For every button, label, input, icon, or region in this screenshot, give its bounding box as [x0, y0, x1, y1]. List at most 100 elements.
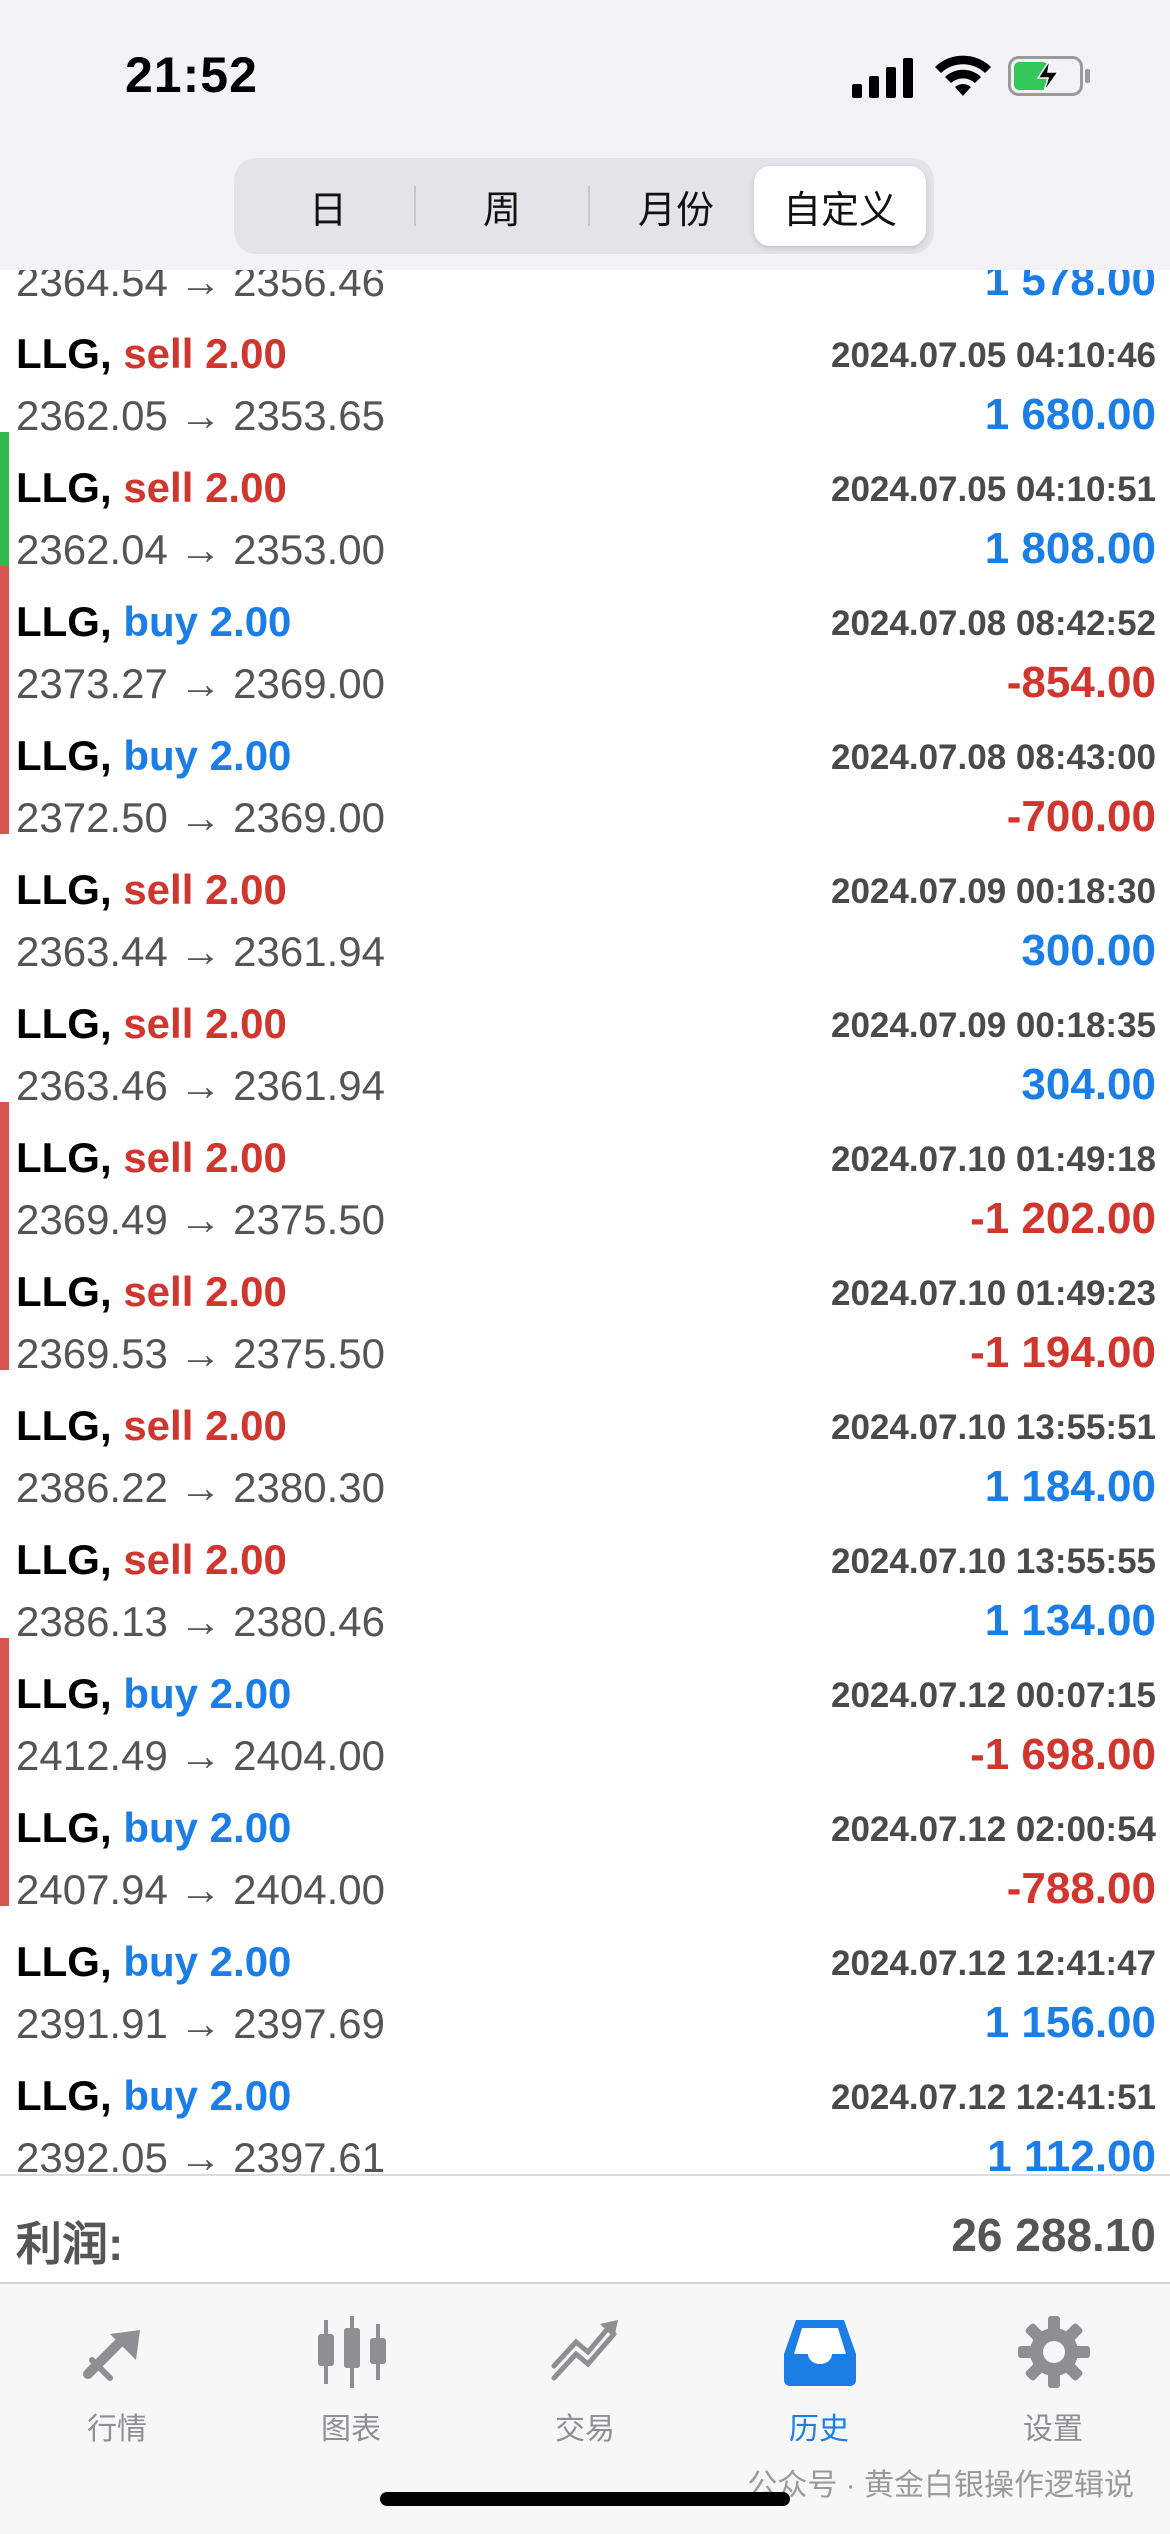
trade-side: buy	[123, 732, 198, 779]
period-selector-bar: 日 周 月份 自定义	[0, 150, 1170, 270]
trade-side: sell	[123, 1268, 194, 1315]
trade-title: LLG, buy 2.00	[16, 732, 291, 780]
tab-label: 设置	[1023, 2413, 1083, 2446]
trade-side: sell	[123, 866, 194, 913]
tab-label: 交易	[555, 2413, 615, 2446]
trade-row-partial[interactable]: 2364.54 → 2356.46 1 578.00	[0, 270, 1170, 305]
trade-title: LLG, sell 2.00	[16, 1268, 287, 1316]
trade-symbol: LLG,	[16, 1268, 112, 1315]
trade-title: LLG, sell 2.00	[16, 1536, 287, 1584]
trade-lots: 2.00	[209, 598, 292, 645]
trade-time: 2024.07.12 12:41:47	[831, 1944, 1156, 1983]
trade-side: sell	[123, 1000, 194, 1047]
segment-custom[interactable]: 自定义	[754, 166, 926, 246]
trade-row[interactable]: LLG, sell 2.00 2024.07.10 13:55:51 2386.22…	[0, 1370, 1170, 1511]
tab-history[interactable]: 历史	[702, 2304, 936, 2446]
trade-title: LLG, sell 2.00	[16, 1134, 287, 1182]
trade-symbol: LLG,	[16, 1000, 112, 1047]
trade-row[interactable]: LLG, sell 2.00 2024.07.05 04:10:46 2362.05…	[0, 298, 1170, 439]
watermark: 公众号 · 黄金白银操作逻辑说	[747, 2469, 1134, 2502]
trade-side: buy	[123, 1938, 198, 1985]
trade-side: buy	[123, 1804, 198, 1851]
trade-lots: 2.00	[205, 1134, 287, 1181]
trade-symbol: LLG,	[16, 1134, 112, 1181]
tab-chart[interactable]: 图表	[234, 2304, 468, 2446]
trade-row[interactable]: LLG, buy 2.00 2024.07.08 08:43:00 2372.50 …	[0, 700, 1170, 841]
trade-row[interactable]: LLG, sell 2.00 2024.07.10 13:55:55 2386.13…	[0, 1504, 1170, 1645]
trade-lots: 2.00	[205, 1536, 287, 1583]
trade-title: LLG, sell 2.00	[16, 1402, 287, 1450]
trade-time: 2024.07.09 00:18:30	[831, 872, 1156, 911]
trade-side: sell	[123, 1134, 194, 1181]
trade-row[interactable]: LLG, buy 2.00 2024.07.12 00:07:15 2412.49 …	[0, 1638, 1170, 1779]
tab-label: 历史	[789, 2413, 849, 2446]
trade-lots: 2.00	[209, 1804, 292, 1851]
trade-time: 2024.07.12 12:41:51	[831, 2078, 1156, 2117]
history-icon	[784, 2320, 856, 2386]
segment-day[interactable]: 日	[242, 166, 414, 246]
trade-title: LLG, buy 2.00	[16, 1804, 291, 1852]
trade-time: 2024.07.10 01:49:23	[831, 1274, 1156, 1313]
segment-week[interactable]: 周	[416, 166, 588, 246]
trade-profit: 1 112.00	[987, 2132, 1156, 2181]
gear-icon	[1018, 2316, 1090, 2388]
trade-lots: 2.00	[205, 866, 287, 913]
trade-symbol: LLG,	[16, 1804, 112, 1851]
trade-side: sell	[123, 330, 194, 377]
trade-lots: 2.00	[205, 1402, 287, 1449]
home-indicator[interactable]	[380, 2492, 790, 2506]
trade-row[interactable]: LLG, sell 2.00 2024.07.09 00:18:30 2363.44…	[0, 834, 1170, 975]
trade-side: buy	[123, 598, 198, 645]
tab-settings[interactable]: 设置	[936, 2304, 1170, 2446]
quotes-icon	[83, 2330, 140, 2381]
trade-symbol: LLG,	[16, 1938, 112, 1985]
trade-row[interactable]: LLG, sell 2.00 2024.07.09 00:18:35 2363.46…	[0, 968, 1170, 1109]
trade-row[interactable]: LLG, buy 2.00 2024.07.12 12:41:51 2392.05 …	[0, 2040, 1170, 2181]
trade-title: LLG, sell 2.00	[16, 330, 287, 378]
trade-status-marker	[0, 1772, 9, 1906]
trade-time: 2024.07.08 08:42:52	[831, 604, 1156, 643]
trade-lots: 2.00	[209, 1938, 292, 1985]
trade-time: 2024.07.08 08:43:00	[831, 738, 1156, 777]
trade-symbol: LLG,	[16, 1670, 112, 1717]
tab-label: 图表	[321, 2413, 381, 2446]
trade-symbol: LLG,	[16, 1536, 112, 1583]
trade-status-marker	[0, 1638, 9, 1772]
trade-title: LLG, sell 2.00	[16, 464, 287, 512]
tab-trade[interactable]: 交易	[468, 2304, 702, 2446]
trade-side: buy	[123, 2072, 198, 2119]
status-time: 21:52	[125, 47, 258, 103]
profit-label: 利润:	[16, 2218, 124, 2270]
trade-lots: 2.00	[209, 1670, 292, 1717]
trade-row[interactable]: LLG, sell 2.00 2024.07.05 04:10:51 2362.04…	[0, 432, 1170, 573]
trade-time: 2024.07.09 00:18:35	[831, 1006, 1156, 1045]
trade-row[interactable]: LLG, buy 2.00 2024.07.12 12:41:47 2391.91 …	[0, 1906, 1170, 2047]
trade-time: 2024.07.10 13:55:51	[831, 1408, 1156, 1447]
profit-summary: 利润: 26 288.10	[0, 2186, 1170, 2286]
trade-row[interactable]: LLG, sell 2.00 2024.07.10 01:49:23 2369.53…	[0, 1236, 1170, 1377]
trade-title: LLG, buy 2.00	[16, 2072, 291, 2120]
trade-time: 2024.07.12 00:07:15	[831, 1676, 1156, 1715]
trade-side: sell	[123, 464, 194, 511]
trade-lots: 2.00	[205, 330, 287, 377]
tab-quotes[interactable]: 行情	[0, 2304, 234, 2446]
battery-charging-icon	[1008, 56, 1090, 96]
trade-row[interactable]: LLG, buy 2.00 2024.07.08 08:42:52 2373.27 …	[0, 566, 1170, 707]
trade-symbol: LLG,	[16, 598, 112, 645]
trade-title: LLG, buy 2.00	[16, 598, 291, 646]
trade-prices: 2392.05 → 2397.61	[16, 2134, 385, 2181]
trade-symbol: LLG,	[16, 1402, 112, 1449]
trade-status-marker	[0, 1236, 9, 1370]
trade-history-list[interactable]: 2364.54 → 2356.46 1 578.00 LLG, sell 2.0…	[0, 270, 1170, 2190]
segment-month[interactable]: 月份	[590, 166, 762, 246]
wifi-icon	[935, 55, 991, 96]
trade-lots: 2.00	[205, 464, 287, 511]
trade-lots: 2.00	[205, 1268, 287, 1315]
trade-side: sell	[123, 1536, 194, 1583]
trade-status-marker	[0, 432, 9, 566]
trade-title: LLG, buy 2.00	[16, 1938, 291, 1986]
period-segmented-control: 日 周 月份 自定义	[234, 158, 934, 254]
profit-total: 26 288.10	[951, 2209, 1156, 2261]
trade-row[interactable]: LLG, buy 2.00 2024.07.12 02:00:54 2407.94 …	[0, 1772, 1170, 1913]
trade-row[interactable]: LLG, sell 2.00 2024.07.10 01:49:18 2369.49…	[0, 1102, 1170, 1243]
